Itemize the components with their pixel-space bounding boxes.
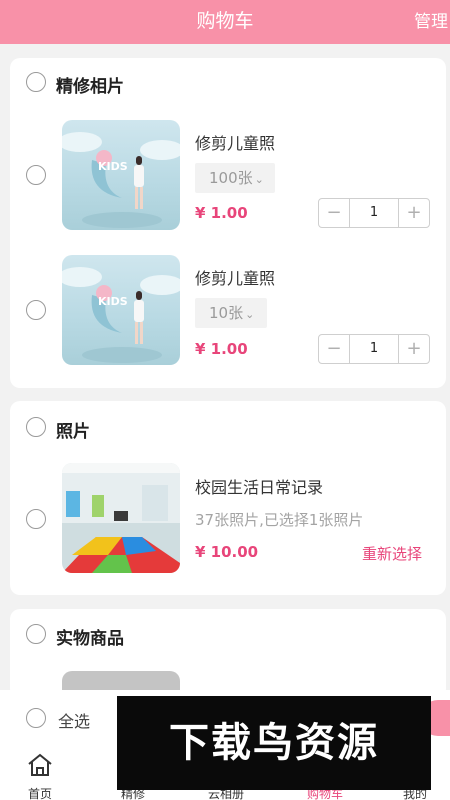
quantity-stepper: − 1 + xyxy=(318,198,430,228)
section-radio-photos[interactable] xyxy=(26,417,46,437)
item-radio[interactable] xyxy=(26,300,46,320)
home-icon[interactable] xyxy=(26,752,54,778)
app-header: 购物车 管理 xyxy=(0,0,450,44)
chevron-down-icon: ⌄ xyxy=(245,308,255,321)
quantity-value[interactable]: 1 xyxy=(349,335,399,363)
album-title: 校园生活日常记录 xyxy=(195,478,324,497)
reselect-link[interactable]: 重新选择 xyxy=(362,543,422,564)
section-card-retouch: 精修相片 KIDS 修剪儿童照 100张 ⌄ ¥ 1.00 − 1 + KIDS… xyxy=(10,58,446,388)
section-card-goods: 实物商品 xyxy=(10,609,446,699)
item-price: ¥ 10.00 xyxy=(195,543,259,561)
item-radio[interactable] xyxy=(26,165,46,185)
chevron-down-icon: ⌄ xyxy=(254,173,264,186)
item-radio[interactable] xyxy=(26,509,46,529)
item-title: 修剪儿童照 xyxy=(195,269,276,288)
section-title: 照片 xyxy=(56,422,90,442)
tab-home[interactable]: 首页 xyxy=(10,785,70,800)
select-all-label[interactable]: 全选 xyxy=(58,708,90,732)
thumbnail-caption: KIDS xyxy=(98,295,128,308)
album-thumbnail[interactable] xyxy=(62,463,180,573)
thumbnail-caption: KIDS xyxy=(98,160,128,173)
product-thumbnail[interactable]: KIDS xyxy=(62,120,180,230)
section-title: 精修相片 xyxy=(56,77,124,97)
spec-value: 10张 xyxy=(209,304,244,322)
section-radio-retouch[interactable] xyxy=(26,72,46,92)
decrease-button[interactable]: − xyxy=(319,335,349,363)
increase-button[interactable]: + xyxy=(399,335,429,363)
section-title: 实物商品 xyxy=(56,629,124,649)
quantity-value[interactable]: 1 xyxy=(349,199,399,227)
kids-photo-image xyxy=(62,132,180,228)
section-card-photos: 照片 校园生活日常记录 37张照片,已选择1张照片 ¥ 10.00 重新选择 xyxy=(10,401,446,595)
watermark-banner: 下载鸟资源 xyxy=(117,696,431,790)
classroom-photo-image xyxy=(62,463,180,573)
quantity-stepper: − 1 + xyxy=(318,334,430,364)
manage-button[interactable]: 管理 xyxy=(414,7,448,32)
album-subtitle: 37张照片,已选择1张照片 xyxy=(195,511,364,529)
increase-button[interactable]: + xyxy=(399,199,429,227)
section-radio-goods[interactable] xyxy=(26,624,46,644)
kids-photo-image xyxy=(62,267,180,363)
item-price: ¥ 1.00 xyxy=(195,204,248,222)
spec-value: 100张 xyxy=(209,169,253,187)
page-title: 购物车 xyxy=(196,10,254,32)
item-title: 修剪儿童照 xyxy=(195,134,276,153)
item-price: ¥ 1.00 xyxy=(195,340,248,358)
spec-selector[interactable]: 100张 ⌄ xyxy=(195,163,275,193)
decrease-button[interactable]: − xyxy=(319,199,349,227)
spec-selector[interactable]: 10张 ⌄ xyxy=(195,298,267,328)
product-thumbnail[interactable]: KIDS xyxy=(62,255,180,365)
select-all-radio[interactable] xyxy=(26,708,46,728)
